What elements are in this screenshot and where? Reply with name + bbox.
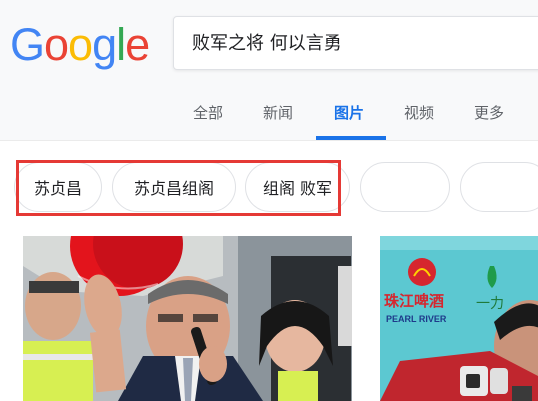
image-result-1[interactable]: [23, 236, 352, 401]
tab-all[interactable]: 全部: [193, 102, 223, 123]
brand-sign-side: 一力: [476, 296, 504, 312]
brand-sign-en: PEARL RIVER: [386, 314, 447, 324]
image-result-2[interactable]: 珠江啤酒 PEARL RIVER 一力: [380, 236, 538, 401]
search-input[interactable]: [192, 31, 522, 52]
red-highlight-box: [16, 160, 341, 216]
brand-sign-cn: 珠江啤酒: [384, 292, 444, 310]
search-tabs: 全部 新闻 图片 视频 更多: [0, 96, 538, 140]
image-results-grid: 珠江啤酒 PEARL RIVER 一力: [0, 236, 538, 401]
google-logo[interactable]: Google: [10, 18, 150, 72]
search-box[interactable]: [173, 16, 538, 70]
press-conference-photo: [23, 236, 352, 401]
logo-letter: g: [92, 19, 117, 70]
tab-news[interactable]: 新闻: [263, 102, 293, 123]
logo-letter: G: [10, 19, 45, 70]
logo-letter: o: [44, 19, 69, 70]
tab-images[interactable]: 图片: [334, 102, 364, 123]
tab-videos[interactable]: 视频: [404, 102, 434, 123]
chip-blank-1[interactable]: [360, 162, 450, 212]
pearl-river-press-photo: 珠江啤酒 PEARL RIVER 一力: [380, 236, 538, 401]
logo-letter: l: [116, 19, 126, 70]
logo-letter: e: [125, 19, 150, 70]
tab-more[interactable]: 更多: [474, 102, 504, 123]
chip-blank-2[interactable]: [460, 162, 538, 212]
logo-letter: o: [68, 19, 93, 70]
search-header: Google 全部 新闻 图片 视频 更多: [0, 0, 538, 141]
active-tab-indicator: [316, 136, 386, 140]
